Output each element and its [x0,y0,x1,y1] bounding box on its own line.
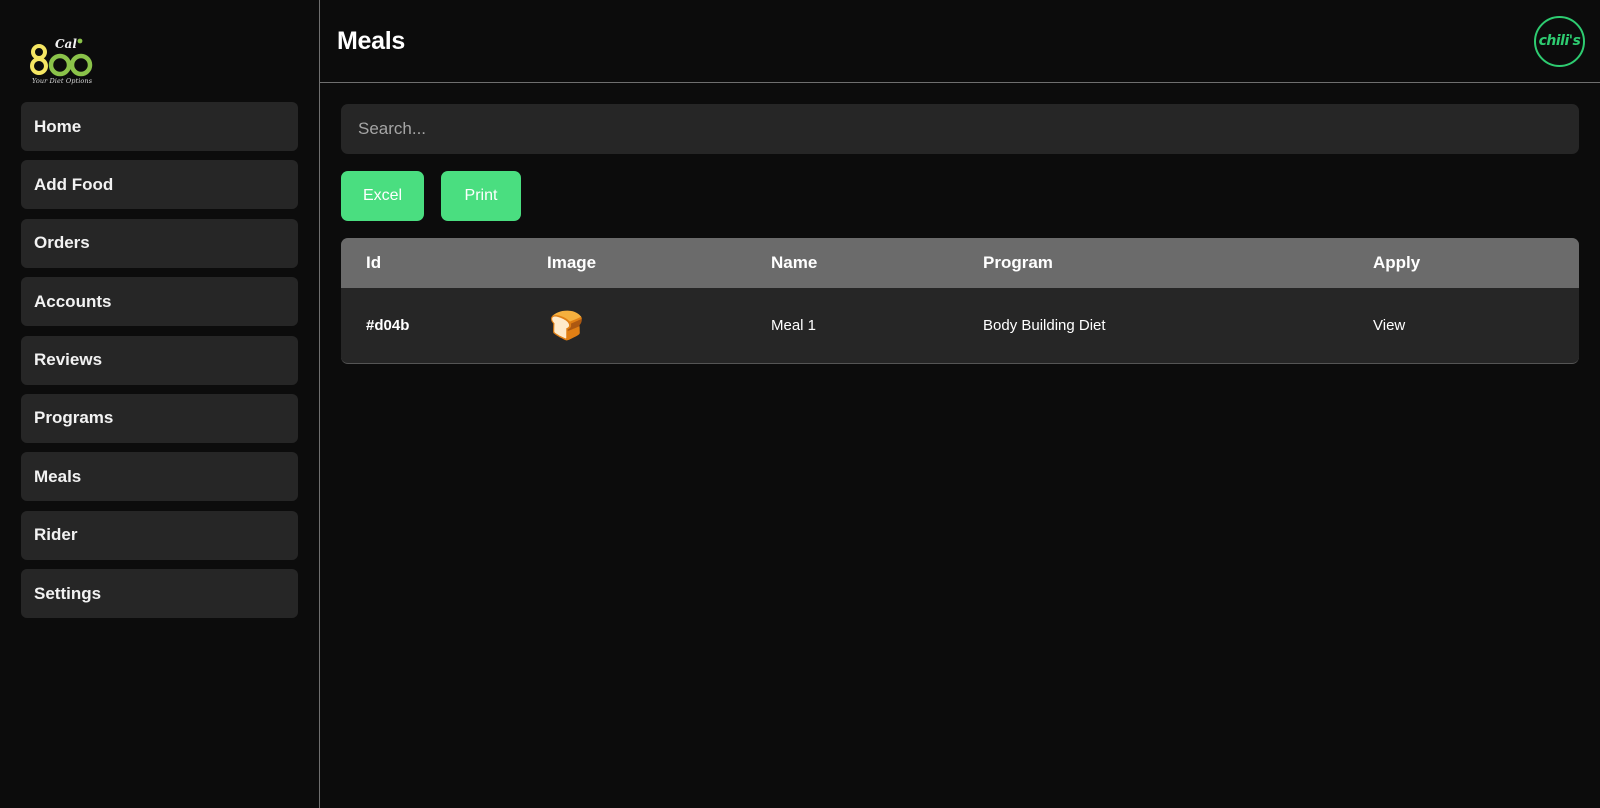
sidebar-item-label: Settings [34,583,102,603]
sidebar-item-settings[interactable]: Settings [21,569,298,619]
main-panel: Meals chili's Excel Print Id Image Name … [320,0,1600,808]
sidebar-item-label: Meals [34,466,82,486]
app-root: Cal Your Diet Options Home Add Food Orde… [0,0,1600,808]
sidebar-item-label: Home [34,116,82,136]
cell-program: Body Building Diet [983,317,1106,334]
brand-avatar[interactable]: chili's [1534,15,1585,67]
sidebar-item-programs[interactable]: Programs [21,393,298,443]
sidebar-item-label: Programs [34,408,114,428]
sidebar-item-rider[interactable]: Rider [21,510,298,560]
print-button[interactable]: Print [441,171,521,221]
page-content: Excel Print Id Image Name Program Apply … [320,83,1600,364]
page-header: Meals chili's [320,0,1600,83]
cell-name: Meal 1 [771,317,817,334]
column-header-name[interactable]: Name [771,253,983,273]
excel-button[interactable]: Excel [341,171,424,221]
view-link[interactable]: View [1373,317,1405,334]
sidebar-item-label: Orders [34,233,90,253]
cell-apply: View [1373,317,1579,334]
sidebar-item-home[interactable]: Home [21,102,298,151]
search-input[interactable] [341,104,1579,154]
column-header-image[interactable]: Image [547,253,771,273]
cell-image: 🍞 [547,309,771,341]
meals-table: Id Image Name Program Apply #d04b 🍞 Meal… [341,238,1579,364]
logo-tagline: Your Diet Options [32,77,93,85]
page-title: Meals [337,26,405,55]
sidebar-item-accounts[interactable]: Accounts [21,277,298,327]
sidebar-item-orders[interactable]: Orders [21,218,298,268]
table-header: Id Image Name Program Apply [341,238,1579,288]
sidebar-item-reviews[interactable]: Reviews [21,335,298,385]
sidebar-item-add-food[interactable]: Add Food [21,160,298,210]
sidebar-item-label: Rider [34,525,78,545]
action-bar: Excel Print [341,171,1579,221]
sidebar-item-label: Add Food [34,174,114,194]
column-header-id[interactable]: Id [341,253,547,273]
sidebar-item-meals[interactable]: Meals [21,452,298,502]
sidebar-item-label: Accounts [34,291,112,311]
brand-logo[interactable]: Cal Your Diet Options [30,34,96,88]
svg-text:Cal: Cal [55,37,77,51]
sidebar: Cal Your Diet Options Home Add Food Orde… [0,0,320,808]
column-header-program[interactable]: Program [983,253,1373,273]
sidebar-item-label: Reviews [34,350,103,370]
bread-icon: 🍞 [549,309,584,341]
column-header-apply[interactable]: Apply [1373,253,1579,273]
cell-id: #d04b [366,317,410,334]
table-row: #d04b 🍞 Meal 1 Body Building Diet View [341,288,1579,363]
logo-800-icon: Cal [30,37,93,77]
